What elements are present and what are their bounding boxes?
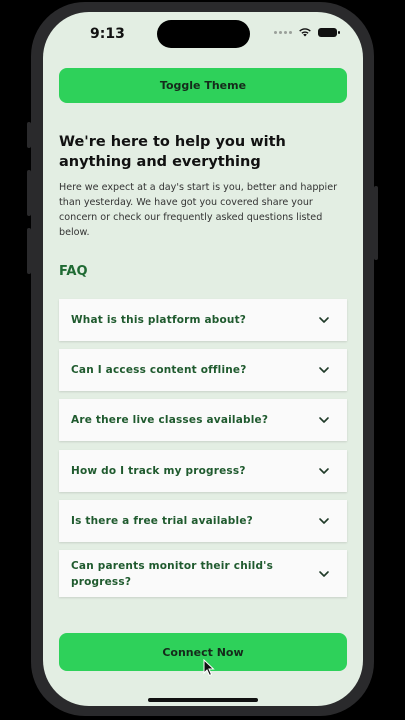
toggle-theme-button[interactable]: Toggle Theme [59, 68, 347, 103]
chevron-down-icon[interactable] [317, 413, 331, 427]
side-button-volume-down [27, 228, 31, 274]
dynamic-island [157, 20, 250, 48]
side-button-power [374, 186, 378, 260]
chevron-down-icon[interactable] [317, 514, 331, 528]
side-button-volume-up [27, 170, 31, 216]
status-bar: 9:13 [43, 12, 363, 58]
faq-item[interactable]: Are there live classes available? [59, 399, 347, 441]
chevron-down-icon[interactable] [317, 464, 331, 478]
faq-question: Is there a free trial available? [71, 515, 253, 527]
faq-question: Can parents monitor their child's progre… [71, 559, 274, 588]
faq-title: FAQ [59, 264, 88, 279]
faq-item[interactable]: How do I track my progress? [59, 450, 347, 492]
status-time: 9:13 [90, 26, 125, 42]
chevron-down-icon[interactable] [317, 313, 331, 327]
page-headline: We're here to help you with anything and… [59, 134, 286, 170]
intro-text: Here we expect at a day's start is you, … [59, 182, 338, 238]
mouse-pointer-icon [203, 659, 215, 677]
status-icons [274, 27, 340, 37]
faq-question: Are there live classes available? [71, 414, 269, 426]
faq-question: What is this platform about? [71, 314, 247, 326]
battery-icon [318, 27, 340, 37]
faq-item[interactable]: Can I access content offline? [59, 349, 347, 391]
home-indicator[interactable] [148, 698, 258, 702]
faq-question: How do I track my progress? [71, 465, 246, 477]
faq-item[interactable]: Can parents monitor their child's progre… [59, 550, 347, 597]
chevron-down-icon[interactable] [317, 363, 331, 377]
chevron-down-icon[interactable] [317, 567, 331, 581]
faq-item[interactable]: What is this platform about? [59, 299, 347, 341]
side-button-silent [27, 122, 31, 148]
faq-item[interactable]: Is there a free trial available? [59, 500, 347, 542]
faq-question: Can I access content offline? [71, 364, 247, 376]
signal-icon [274, 30, 292, 34]
wifi-icon [299, 28, 311, 37]
app-screen: 9:13 Toggle Theme We're here to help you… [43, 12, 363, 706]
